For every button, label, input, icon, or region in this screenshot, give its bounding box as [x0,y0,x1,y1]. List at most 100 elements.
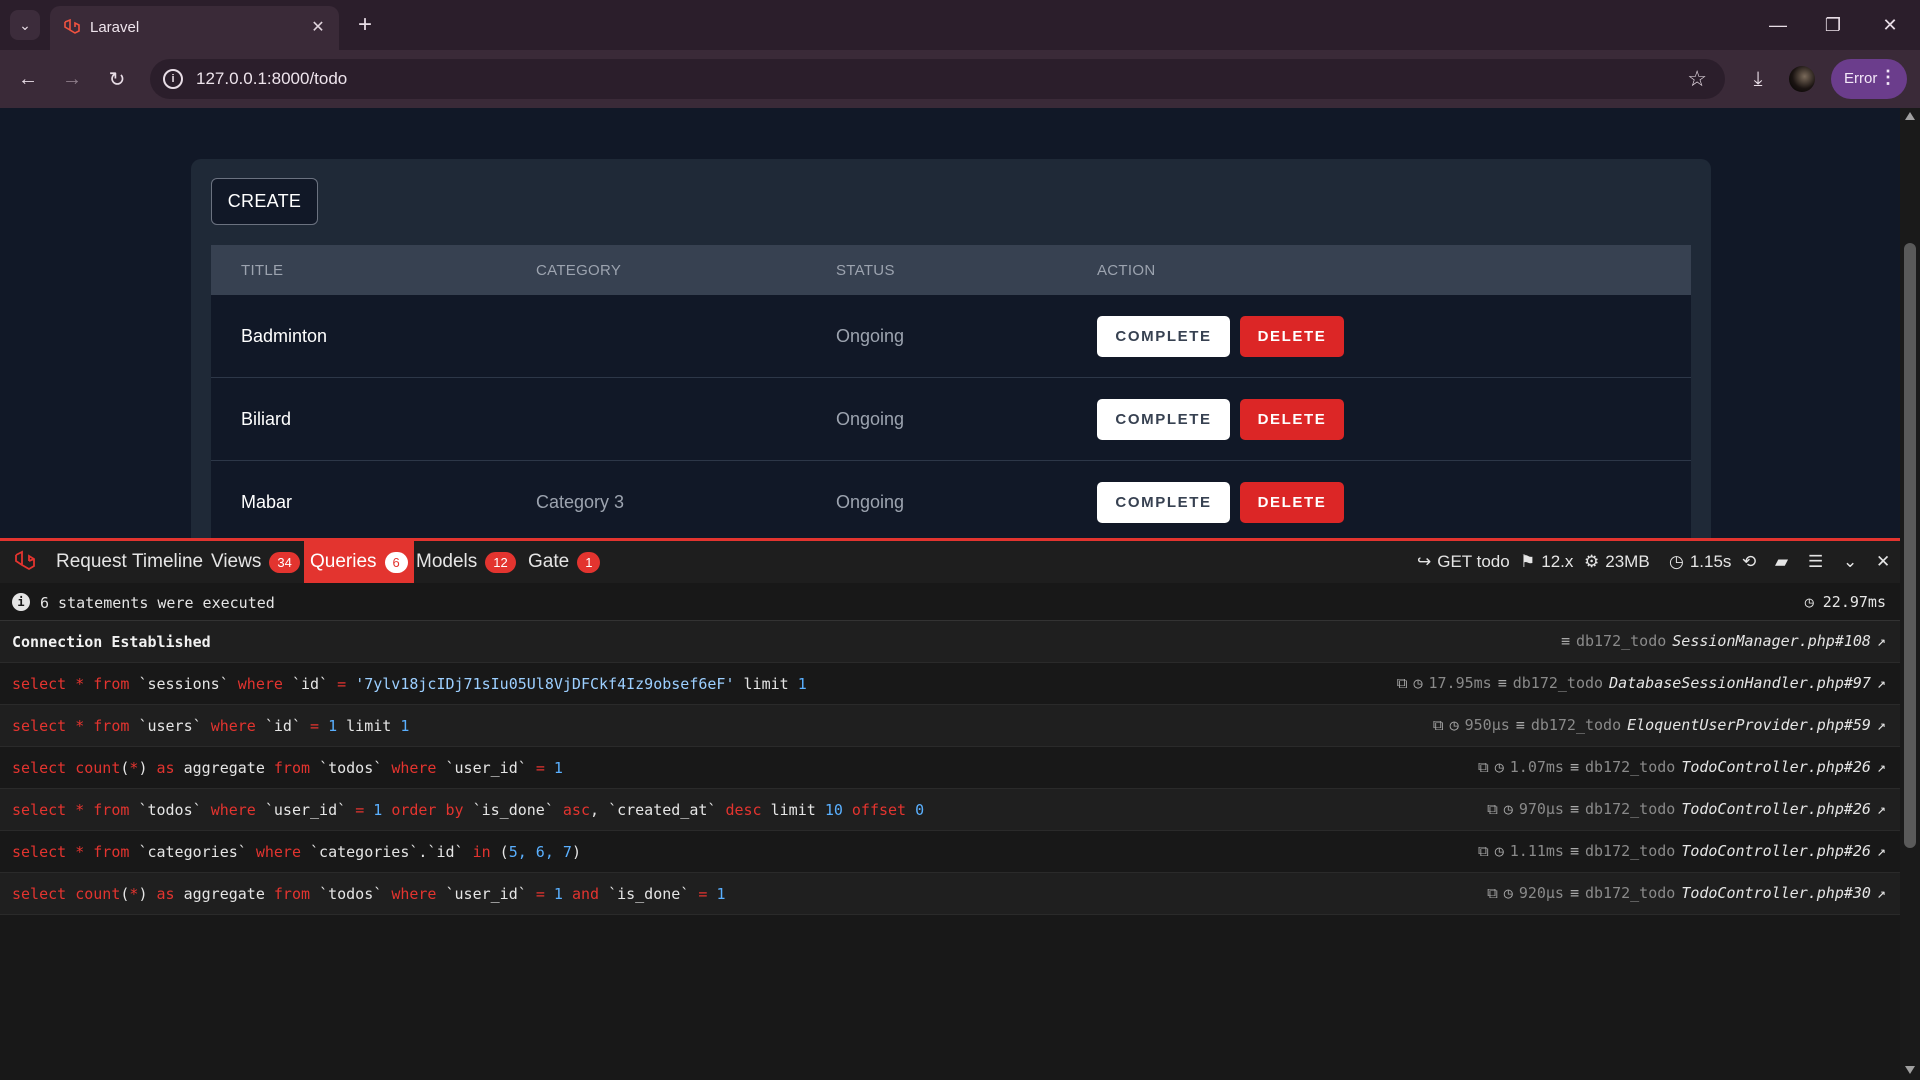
query-time: 950μs [1464,716,1510,734]
back-arrow-icon[interactable]: ← [12,63,44,95]
delete-button[interactable]: DELETE [1240,399,1344,440]
reload-icon[interactable]: ↻ [101,63,133,95]
row-category: Category 3 [536,492,625,512]
copy-icon[interactable]: ⧉ [1478,758,1489,776]
db-name: db172_todo [1512,674,1604,692]
external-link-icon[interactable]: ↗ [1877,632,1886,650]
folder-open-icon[interactable]: ▰ [1775,552,1788,572]
query-meta: ⧉ ◷ 17.95ms ≡ db172_todo DatabaseSession… [1397,674,1886,692]
gears-icon: ⚙ [1584,552,1600,571]
db-name: db172_todo [1585,758,1676,776]
query-time: 920μs [1518,884,1564,902]
complete-button[interactable]: COMPLETE [1097,399,1230,440]
row-status: Ongoing [836,409,905,429]
query-row[interactable]: select * from `users` where `id` = 1 lim… [0,705,1900,747]
error-menu-button[interactable]: Error ⋮ [1831,59,1907,99]
row-title: Biliard [241,409,292,429]
debugbar-tab-views[interactable]: Views 34 [205,541,306,583]
external-link-icon[interactable]: ↗ [1877,884,1886,902]
external-link-icon[interactable]: ↗ [1877,758,1886,776]
close-debugbar-icon[interactable]: ✕ [1876,552,1890,572]
sql-statement: select count(*) as aggregate from `todos… [12,759,563,777]
clock-icon: ◷ [1804,593,1823,611]
address-bar[interactable]: i 127.0.0.1:8000/todo ☆ [150,59,1725,99]
models-count-badge: 12 [485,551,516,573]
minimize-icon[interactable]: — [1758,10,1798,40]
bookmark-star-icon[interactable]: ☆ [1687,66,1707,92]
tab-label: Timeline [132,551,204,572]
scroll-up-arrow-icon[interactable] [1905,112,1915,120]
request-method-route[interactable]: ↪ GET todo [1417,541,1510,583]
debugbar-tab-models[interactable]: Models 12 [410,541,522,583]
debugbar-header: Request Timeline Views 34 Queries 6 Models… [0,541,1900,583]
tab-search-chevron-icon[interactable]: ⌄ [10,10,40,40]
db-name: db172_todo [1585,842,1676,860]
query-meta: ⧉ ◷ 950μs ≡ db172_todo EloquentUserProvi… [1433,716,1886,734]
query-row[interactable]: select * from `categories` where `catego… [0,831,1900,873]
external-link-icon[interactable]: ↗ [1877,842,1886,860]
query-row[interactable]: select count(*) as aggregate from `todos… [0,747,1900,789]
db-name: db172_todo [1530,716,1622,734]
external-link-icon[interactable]: ↗ [1877,674,1886,692]
copy-icon[interactable]: ⧉ [1397,674,1408,692]
forward-arrow-icon[interactable]: → [56,63,88,95]
total-time: ◷ 22.97ms [1805,593,1886,611]
query-row[interactable]: select * from `sessions` where `id` = '7… [0,663,1900,705]
database-icon: ≡ [1569,758,1579,776]
laravel-logo-icon[interactable] [12,549,38,575]
connection-label: Connection Established [12,633,211,651]
tab-label: Views [211,551,262,572]
page-scrollbar[interactable] [1900,108,1920,1080]
statements-count-text: 6 statements were executed [40,594,275,612]
debugbar-tab-request[interactable]: Request [50,541,133,583]
scroll-down-arrow-icon[interactable] [1905,1066,1915,1074]
restore-icon[interactable]: ❐ [1813,10,1853,40]
table-row: Badminton Ongoing COMPLETE DELETE [211,295,1691,378]
settings-sliders-icon[interactable]: ☰ [1808,552,1823,572]
create-button[interactable]: CREATE [211,178,318,225]
copy-icon[interactable]: ⧉ [1487,800,1498,818]
copy-icon[interactable]: ⧉ [1433,716,1444,734]
site-info-icon[interactable]: i [163,69,183,89]
query-time: 1.07ms [1509,758,1564,776]
duration-text: 1.15s [1689,552,1732,571]
new-tab-plus-icon[interactable]: + [352,11,378,38]
query-row[interactable]: select * from `todos` where `user_id` = … [0,789,1900,831]
query-row[interactable]: select count(*) as aggregate from `todos… [0,873,1900,915]
database-icon: ≡ [1569,884,1579,902]
browser-tabbar: ⌄ Laravel ✕ + — ❐ ✕ [0,0,1920,50]
delete-button[interactable]: DELETE [1240,316,1344,357]
external-link-icon[interactable]: ↗ [1877,716,1886,734]
profile-avatar[interactable] [1789,66,1815,92]
complete-button[interactable]: COMPLETE [1097,482,1230,523]
debugbar-tab-queries[interactable]: Queries 6 [304,541,414,583]
copy-icon[interactable]: ⧉ [1487,884,1498,902]
complete-button[interactable]: COMPLETE [1097,316,1230,357]
memory-usage: ⚙ 23MB [1584,541,1650,583]
debugbar-tab-timeline[interactable]: Timeline [126,541,209,583]
download-icon[interactable]: ⤓ [1742,63,1774,95]
delete-button[interactable]: DELETE [1240,482,1344,523]
source-file: EloquentUserProvider.php#59 [1627,716,1871,734]
history-icon[interactable]: ⟲ [1742,552,1756,572]
source-file: TodoController.php#26 [1681,758,1871,776]
debugbar-tab-gate[interactable]: Gate 1 [522,541,606,583]
copy-icon[interactable]: ⧉ [1478,842,1489,860]
clock-icon: ◷ [1503,800,1513,818]
row-title: Badminton [241,326,328,346]
laravel-debugbar: Request Timeline Views 34 Queries 6 Models… [0,538,1900,1080]
url-text[interactable]: 127.0.0.1:8000/todo [196,69,347,89]
column-header-category: CATEGORY [536,262,622,279]
browser-tab[interactable]: Laravel ✕ [50,6,339,50]
queries-count-badge: 6 [384,551,408,573]
tab-close-icon[interactable]: ✕ [307,16,329,38]
query-row-connection[interactable]: Connection Established ≡ db172_todo Sess… [0,621,1900,663]
row-status: Ongoing [836,326,905,346]
window-close-icon[interactable]: ✕ [1870,10,1910,40]
scroll-thumb[interactable] [1904,243,1916,848]
source-file: TodoController.php#26 [1681,842,1871,860]
laravel-small-icon: ⚑ [1520,552,1536,571]
external-link-icon[interactable]: ↗ [1877,800,1886,818]
source-file: TodoController.php#26 [1681,800,1871,818]
minimize-debugbar-chevron-icon[interactable]: ⌄ [1843,552,1857,572]
